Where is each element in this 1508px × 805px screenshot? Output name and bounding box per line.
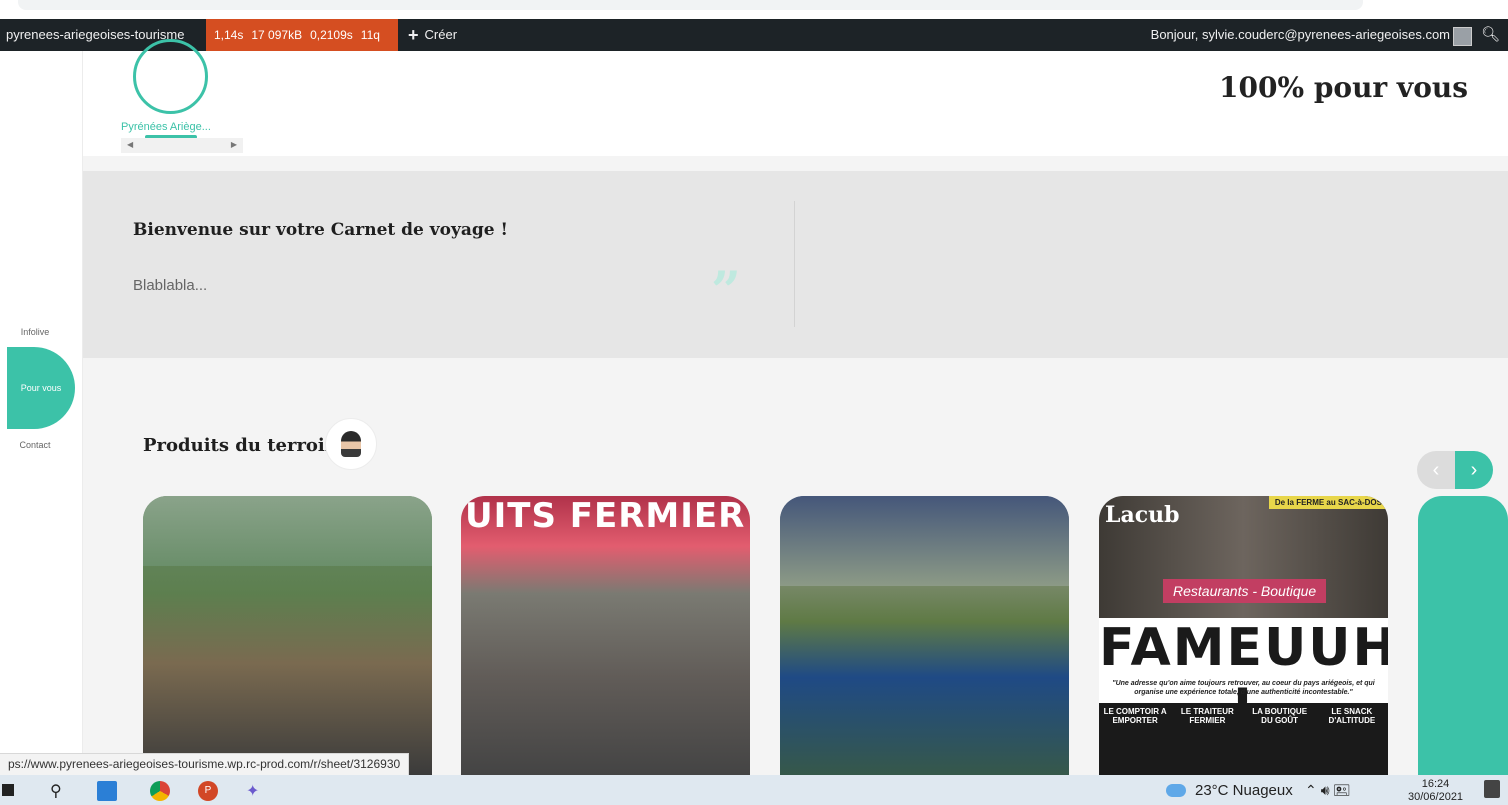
page-header: Pyrénées Ariège... ◀ ▶ 100% pour vous bbox=[83, 39, 1508, 156]
banner-divider bbox=[794, 201, 795, 327]
windows-start-icon[interactable] bbox=[2, 784, 14, 796]
search-icon[interactable]: 🔍︎ bbox=[1481, 19, 1500, 51]
product-card-4[interactable]: Lacub De la FERME au SAC-à-DOS Restauran… bbox=[1099, 496, 1388, 775]
product-card-5[interactable] bbox=[1418, 496, 1508, 775]
powerpoint-icon[interactable]: P bbox=[198, 781, 218, 801]
user-avatar[interactable] bbox=[1453, 27, 1472, 46]
create-button[interactable]: + Créer bbox=[408, 19, 457, 51]
welcome-body: Blablabla... bbox=[133, 277, 208, 294]
taskbar: ⚲ P ✦ 23°C Nuageux ⌃🔊︎🖭︎ 16:24 30/06/202… bbox=[0, 775, 1508, 805]
perf-stats[interactable]: 1,14s 17 097kB 0,2109s 11q bbox=[206, 19, 398, 51]
perf-time: 1,14s bbox=[214, 28, 244, 42]
card-sign-text: UITS FERMIER bbox=[465, 496, 746, 536]
scroll-left-icon[interactable]: ◀ bbox=[127, 140, 133, 149]
browser-chrome bbox=[0, 0, 1508, 19]
card-column: LA BOUTIQUE DU GOÛT bbox=[1252, 707, 1308, 725]
product-card-3[interactable] bbox=[780, 496, 1069, 775]
card-ribbon: Restaurants - Boutique bbox=[1163, 579, 1327, 603]
perf-queries: 11q bbox=[360, 28, 380, 42]
left-sidebar: Infolive Pour vous Contact bbox=[0, 51, 83, 775]
logo[interactable] bbox=[133, 39, 208, 114]
carousel-prev-button[interactable]: ‹ bbox=[1417, 451, 1455, 489]
welcome-title: Bienvenue sur votre Carnet de voyage ! bbox=[133, 220, 508, 240]
sidebar-item-pour-vous[interactable]: Pour vous bbox=[7, 347, 75, 429]
card-image bbox=[143, 496, 432, 566]
section-title: Produits du terroir bbox=[143, 435, 335, 456]
file-explorer-icon[interactable] bbox=[97, 781, 117, 801]
scroll-right-icon[interactable]: ▶ bbox=[231, 140, 237, 149]
perf-memory: 17 097kB bbox=[251, 28, 303, 42]
status-link: ps://www.pyrenees-ariegeoises-tourisme.w… bbox=[0, 753, 410, 776]
clock[interactable]: 16:24 30/06/2021 bbox=[1408, 778, 1463, 804]
search-icon[interactable]: ⚲ bbox=[50, 781, 70, 801]
system-tray[interactable]: ⌃🔊︎🖭︎ bbox=[1305, 780, 1354, 804]
quote-icon: ” bbox=[711, 261, 741, 322]
product-card-2[interactable]: UITS FERMIER bbox=[461, 496, 750, 775]
user-greeting[interactable]: Bonjour, sylvie.couderc@pyrenees-ariegeo… bbox=[1151, 19, 1450, 51]
avatar[interactable] bbox=[325, 418, 377, 470]
clock-time: 16:24 bbox=[1421, 778, 1450, 790]
app-icon[interactable]: ✦ bbox=[246, 781, 266, 801]
card-column: LE COMPTOIR A EMPORTER bbox=[1103, 707, 1167, 725]
sidebar-item-infolive[interactable]: Infolive bbox=[0, 327, 70, 337]
admin-bar: pyrenees-ariegeoises-tourisme 1,14s 17 0… bbox=[0, 19, 1508, 51]
clock-date: 30/06/2021 bbox=[1408, 791, 1464, 803]
card-corner-label: De la FERME au SAC-à-DOS bbox=[1268, 496, 1388, 509]
logo-scroller[interactable]: ◀ ▶ bbox=[121, 138, 243, 153]
chrome-icon[interactable] bbox=[150, 781, 170, 801]
weather-text[interactable]: 23°C Nuageux bbox=[1195, 782, 1293, 799]
carousel-next-button[interactable]: › bbox=[1455, 451, 1493, 489]
sidebar-item-contact[interactable]: Contact bbox=[0, 440, 70, 450]
address-bar[interactable] bbox=[18, 0, 1363, 10]
card-quote: "Une adresse qu'on aime toujours retrouv… bbox=[1112, 680, 1375, 696]
card-column: LE SNACK D'ALTITUDE bbox=[1328, 707, 1376, 725]
product-card-1[interactable] bbox=[143, 496, 432, 775]
card-columns: LE COMPTOIR A EMPORTER LE TRAITEUR FERMI… bbox=[1099, 703, 1388, 775]
create-label: Créer bbox=[424, 27, 458, 42]
page-tagline: 100% pour vous bbox=[1219, 71, 1468, 104]
perf-query-time: 0,2109s bbox=[310, 28, 353, 42]
card-image bbox=[780, 496, 1069, 586]
card-brand: Lacub bbox=[1105, 502, 1180, 528]
plus-icon: + bbox=[408, 25, 419, 45]
cloud-icon bbox=[1166, 784, 1186, 797]
card-column: LE TRAITEUR FERMIER bbox=[1180, 707, 1234, 725]
welcome-banner: Bienvenue sur votre Carnet de voyage ! B… bbox=[83, 171, 1508, 358]
logo-text: Pyrénées Ariège... bbox=[121, 121, 211, 133]
notification-icon[interactable] bbox=[1484, 780, 1500, 798]
person-icon bbox=[341, 431, 361, 457]
